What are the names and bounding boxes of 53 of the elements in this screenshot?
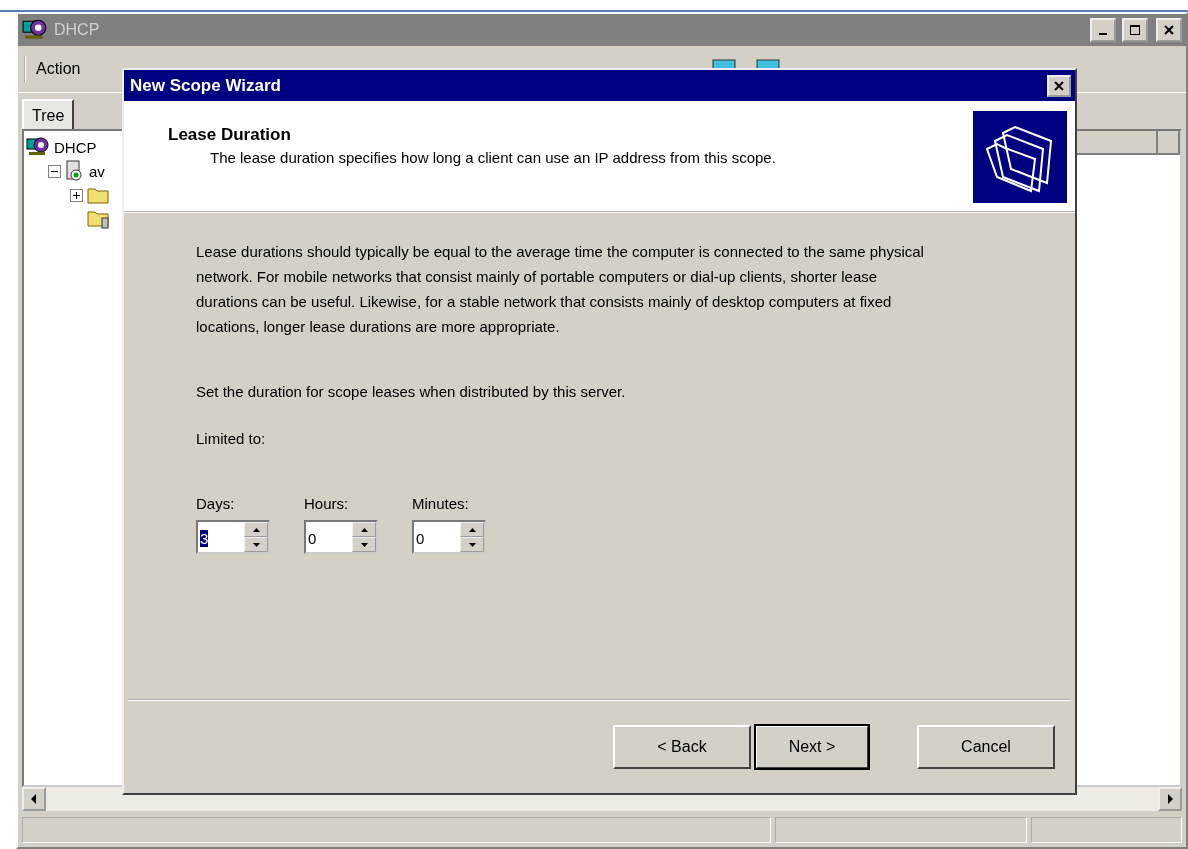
server-icon <box>65 160 85 182</box>
body-text: Lease durations should typically be equal to the average time the computer is connected to the same physical network. For mobile networks that consist mainly of portable computers or dial-up clients, shorter lease durations can be useful. Likewise, for a stable network that consists mainly of desktop computers at fixed locations, longer lease durations are more appropriate. <box>196 242 925 337</box>
page-title: Lease Duration <box>168 125 292 145</box>
spin-box[interactable]: 3 <box>196 520 270 554</box>
minimize-button[interactable] <box>1090 18 1116 42</box>
down-arrow-icon <box>252 542 260 547</box>
spin-down-button[interactable] <box>352 537 376 552</box>
tree-item[interactable]: av <box>89 162 105 180</box>
tree-tab[interactable]: Tree <box>22 99 75 129</box>
up-arrow-icon <box>360 527 368 532</box>
up-arrow-icon <box>252 527 260 532</box>
close-icon <box>1053 79 1065 92</box>
field-label: Hours: <box>304 494 350 514</box>
window-title: DHCP <box>54 21 100 39</box>
folders-icon <box>973 111 1067 203</box>
menu-item[interactable]: Action <box>24 56 91 82</box>
field-label: Minutes: <box>412 494 470 514</box>
down-arrow-icon <box>468 542 476 547</box>
close-button[interactable] <box>1156 18 1182 42</box>
page-subtitle: The lease duration specifies how long a client can use an IP address from this scope. <box>209 148 777 168</box>
spin-up-button[interactable] <box>352 522 376 537</box>
plus-icon <box>72 190 81 200</box>
wizard-button[interactable]: < Back <box>613 725 751 769</box>
maximize-icon <box>1129 24 1141 36</box>
spin-box[interactable]: 0 <box>304 520 378 554</box>
spin-down-button[interactable] <box>460 537 484 552</box>
left-arrow-icon <box>30 794 38 804</box>
folder-icon <box>87 186 109 204</box>
body-text: Set the duration for scope leases when distributed by this server. <box>196 382 627 402</box>
dialog-title: New Scope Wizard <box>130 75 281 96</box>
dhcp-icon <box>26 137 50 157</box>
wizard-button[interactable]: Next > <box>755 725 869 769</box>
expand-toggle[interactable] <box>70 188 83 202</box>
folder-icon <box>87 209 109 229</box>
maximize-button[interactable] <box>1122 18 1148 42</box>
dhcp-icon <box>22 19 48 41</box>
right-arrow-icon <box>1166 794 1174 804</box>
field-label: Days: <box>196 494 236 514</box>
up-arrow-icon <box>468 527 476 532</box>
spin-down-button[interactable] <box>244 537 268 552</box>
body-text: Limited to: <box>196 429 267 449</box>
scroll-left-button[interactable] <box>22 787 46 811</box>
minimize-icon <box>1099 33 1107 35</box>
wizard-button[interactable]: Cancel <box>917 725 1055 769</box>
spin-up-button[interactable] <box>460 522 484 537</box>
collapse-toggle[interactable] <box>48 164 61 178</box>
tree-item[interactable]: DHCP <box>54 138 97 156</box>
scroll-right-button[interactable] <box>1158 787 1182 811</box>
spin-up-button[interactable] <box>244 522 268 537</box>
close-button[interactable] <box>1047 74 1071 97</box>
down-arrow-icon <box>360 542 368 547</box>
close-icon <box>1163 24 1175 36</box>
spin-box[interactable]: 0 <box>412 520 486 554</box>
